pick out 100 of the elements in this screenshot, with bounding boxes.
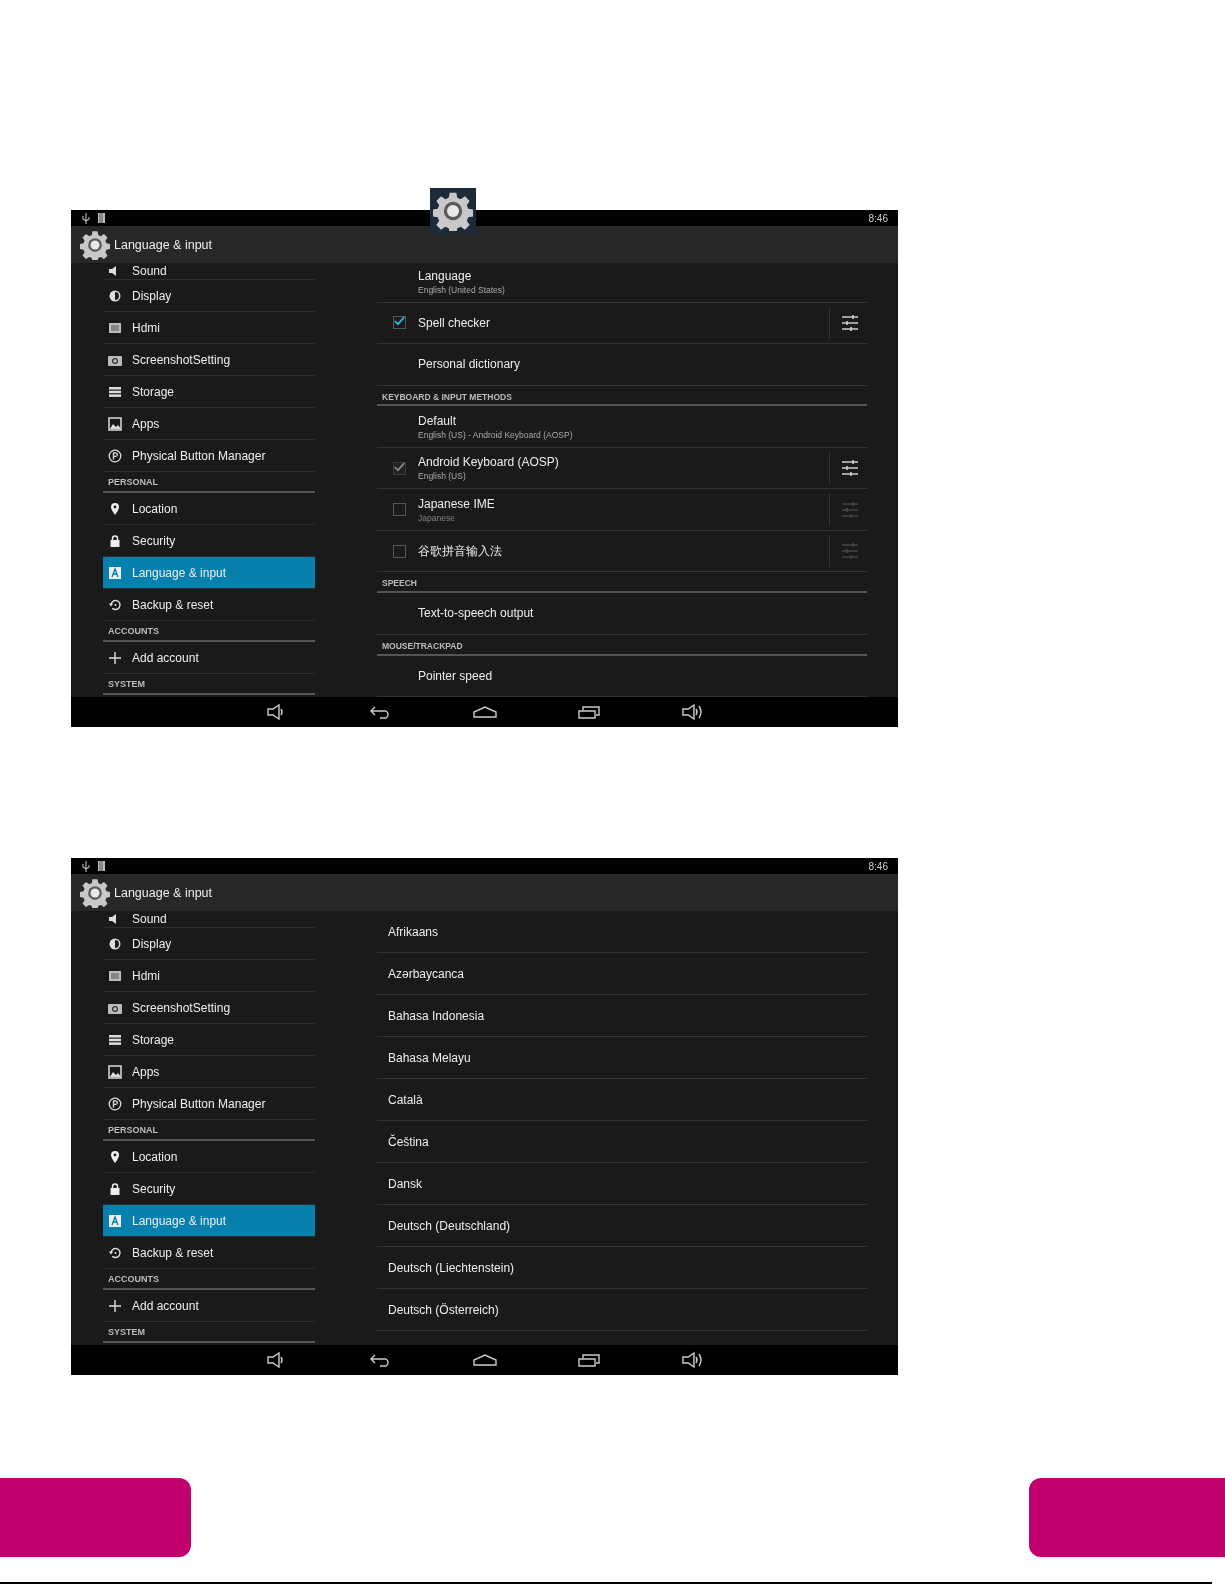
settings-row[interactable]: Deutsch (Deutschland) <box>377 1205 867 1247</box>
row-subtitle: English (United States) <box>418 285 506 296</box>
section-header: PERSONAL <box>103 472 315 493</box>
sidebar-item[interactable]: Sound <box>103 263 315 280</box>
restore-icon <box>108 1245 122 1260</box>
sidebar-item[interactable]: Backup & reset <box>103 1237 315 1269</box>
sidebar-item[interactable]: Apps <box>103 408 315 440</box>
location-icon <box>108 1149 122 1164</box>
volume-up-icon[interactable] <box>681 703 704 721</box>
sidebar-item[interactable]: Storage <box>103 376 315 408</box>
sidebar-item[interactable]: Backup & reset <box>103 589 315 621</box>
apps-icon <box>108 1064 122 1079</box>
screen-title: Language & input <box>114 237 212 252</box>
settings-row[interactable]: Bahasa Melayu <box>377 1037 867 1079</box>
row-subtitle: English (US) - Android Keyboard (AOSP) <box>418 429 574 440</box>
sidebar-item[interactable]: Hdmi <box>103 960 315 992</box>
display-icon <box>108 936 122 951</box>
row-title: Default <box>418 413 458 428</box>
display-icon <box>108 288 122 303</box>
row-title: Català <box>388 1092 424 1107</box>
volume-up-icon[interactable] <box>681 1351 704 1369</box>
settings-row[interactable]: Bahasa Indonesia <box>377 995 867 1037</box>
back-icon[interactable] <box>369 705 392 719</box>
checkbox[interactable] <box>393 316 406 330</box>
sidebar-item[interactable]: Location <box>103 1141 315 1173</box>
settings-row[interactable]: Default English (US) - Android Keyboard (AOSP) <box>377 406 867 448</box>
sidebar-item[interactable]: Display <box>103 928 315 960</box>
settings-row[interactable]: Japanese IME Japanese <box>377 489 867 531</box>
row-title: Language <box>418 269 473 284</box>
section-header: PERSONAL <box>103 1120 315 1141</box>
sidebar-item[interactable]: Language & input <box>103 557 315 589</box>
recent-apps-icon[interactable] <box>577 1353 600 1367</box>
section-header: ACCOUNTS <box>103 621 315 642</box>
settings-sliders-icon[interactable] <box>841 500 859 519</box>
row-title: Japanese IME <box>418 496 496 511</box>
checkbox[interactable] <box>393 503 406 517</box>
sidebar-item[interactable]: Storage <box>103 1024 315 1056</box>
home-icon[interactable] <box>472 1354 497 1366</box>
home-icon[interactable] <box>472 706 497 718</box>
location-icon <box>108 501 122 516</box>
row-title: Deutsch (Österreich) <box>388 1302 500 1317</box>
sidebar-item[interactable]: Hdmi <box>103 312 315 344</box>
storage-icon <box>108 384 122 399</box>
sidebar-item[interactable]: Display <box>103 280 315 312</box>
settings-icon <box>80 877 110 908</box>
settings-row[interactable]: Deutsch (Österreich) <box>377 1289 867 1331</box>
row-title: Dansk <box>388 1176 423 1191</box>
back-icon[interactable] <box>369 1353 392 1367</box>
usb-icon <box>82 212 90 224</box>
section-header: ACCOUNTS <box>103 1269 315 1290</box>
settings-row[interactable]: Text-to-speech output <box>377 593 867 635</box>
settings-row[interactable]: Language English (United States) <box>377 263 867 303</box>
row-title: Azərbaycanca <box>388 966 466 981</box>
row-subtitle: English (US) <box>418 471 467 482</box>
section-header: SYSTEM <box>103 674 315 695</box>
storage-icon <box>108 1032 122 1047</box>
row-title: Text-to-speech output <box>418 606 535 621</box>
screen-title: Language & input <box>114 885 212 900</box>
sidebar-item[interactable]: Physical Button Manager <box>103 1088 315 1120</box>
clock-time: 8:46 <box>868 860 888 872</box>
section-header: SYSTEM <box>103 1322 315 1343</box>
row-title: Pointer speed <box>418 668 494 683</box>
sidebar-item[interactable]: Sound <box>103 911 315 928</box>
row-title: Bahasa Indonesia <box>388 1008 486 1023</box>
row-title: Afrikaans <box>388 924 440 939</box>
settings-row[interactable]: Deutsch (Liechtenstein) <box>377 1247 867 1289</box>
checkbox[interactable] <box>393 544 406 558</box>
row-title: Čeština <box>388 1134 430 1149</box>
clock-time: 8:46 <box>868 212 888 224</box>
settings-row[interactable]: Čeština <box>377 1121 867 1163</box>
row-title: Android Keyboard (AOSP) <box>418 455 560 470</box>
lock-icon <box>108 533 122 548</box>
settings-row[interactable]: 谷歌拼音输入法 <box>377 530 867 573</box>
settings-row[interactable]: Afrikaans <box>377 911 867 953</box>
recent-apps-icon[interactable] <box>577 705 600 719</box>
sidebar-item[interactable]: Add account <box>103 1290 315 1322</box>
section-header: KEYBOARD & INPUT METHODS <box>377 385 867 407</box>
sidebar-item[interactable]: ScreenshotSetting <box>103 992 315 1024</box>
lock-icon <box>108 1181 122 1196</box>
settings-row[interactable]: Spell checker <box>377 302 867 344</box>
sidebar-item[interactable]: Location <box>103 493 315 525</box>
row-title: Personal dictionary <box>418 357 522 372</box>
restore-icon <box>108 597 122 612</box>
settings-row[interactable]: Dansk <box>377 1163 867 1205</box>
settings-row[interactable]: Català <box>377 1079 867 1121</box>
row-subtitle: Japanese <box>418 512 456 523</box>
settings-row[interactable]: Azərbaycanca <box>377 953 867 995</box>
sidebar-item[interactable]: Physical Button Manager <box>103 440 315 472</box>
sidebar-item[interactable]: Apps <box>103 1056 315 1088</box>
settings-sliders-icon[interactable] <box>841 542 859 561</box>
settings-row[interactable]: Personal dictionary <box>377 344 867 386</box>
section-header: SPEECH <box>377 572 867 594</box>
sidebar-item[interactable]: Add account <box>103 642 315 674</box>
sidebar-item[interactable]: ScreenshotSetting <box>103 344 315 376</box>
plus-icon <box>108 1298 122 1313</box>
row-title: 谷歌拼音输入法 <box>418 542 503 560</box>
row-title: Spell checker <box>418 315 492 330</box>
sidebar-item[interactable]: Language & input <box>103 1205 315 1237</box>
usb-icon <box>82 860 90 872</box>
settings-icon <box>80 229 110 260</box>
